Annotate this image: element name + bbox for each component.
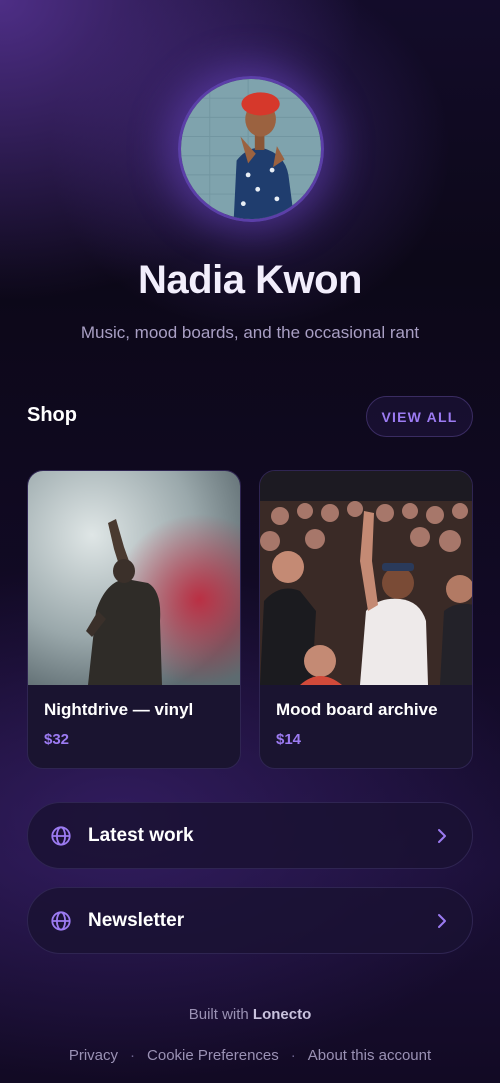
footer-link-about-account[interactable]: About this account <box>308 1047 431 1064</box>
shop-title: Shop <box>27 404 77 426</box>
avatar <box>178 76 324 222</box>
link-newsletter[interactable]: Newsletter <box>27 887 473 954</box>
shop-item-price: $14 <box>276 731 302 748</box>
footer-link-privacy[interactable]: Privacy <box>69 1047 118 1064</box>
product-image <box>28 471 240 685</box>
footer-links: Privacy · Cookie Preferences · About this ac… <box>0 1047 500 1064</box>
built-with-prefix: Built with <box>188 1006 249 1023</box>
footer-separator: · <box>290 1047 296 1064</box>
link-label: Latest work <box>88 825 194 846</box>
link-label: Newsletter <box>88 910 185 931</box>
link-latest-work[interactable]: Latest work <box>27 802 473 869</box>
built-with-credit: Built with Lonecto <box>0 1006 500 1023</box>
chevron-right-icon <box>438 914 446 928</box>
globe-icon <box>51 826 71 846</box>
shop-item-title: Nightdrive — vinyl <box>44 700 194 719</box>
profile-bio: Music, mood boards, and the occasional r… <box>80 323 420 342</box>
shop-item-card[interactable]: Mood board archive $14 <box>259 470 473 769</box>
footer-link-cookie-preferences[interactable]: Cookie Preferences <box>147 1047 279 1064</box>
chevron-right-icon <box>438 829 446 843</box>
brand-link[interactable]: Lonecto <box>253 1006 311 1023</box>
product-image <box>260 471 472 685</box>
shop-item-price: $32 <box>44 731 70 748</box>
view-all-button[interactable]: VIEW ALL <box>366 396 473 437</box>
avatar-photo <box>181 79 321 219</box>
profile-name: Nadia Kwon <box>138 258 362 302</box>
shop-item-card[interactable]: Nightdrive — vinyl $32 <box>27 470 241 769</box>
shop-item-title: Mood board archive <box>276 700 438 719</box>
globe-icon <box>51 911 71 931</box>
footer-separator: · <box>130 1047 136 1064</box>
